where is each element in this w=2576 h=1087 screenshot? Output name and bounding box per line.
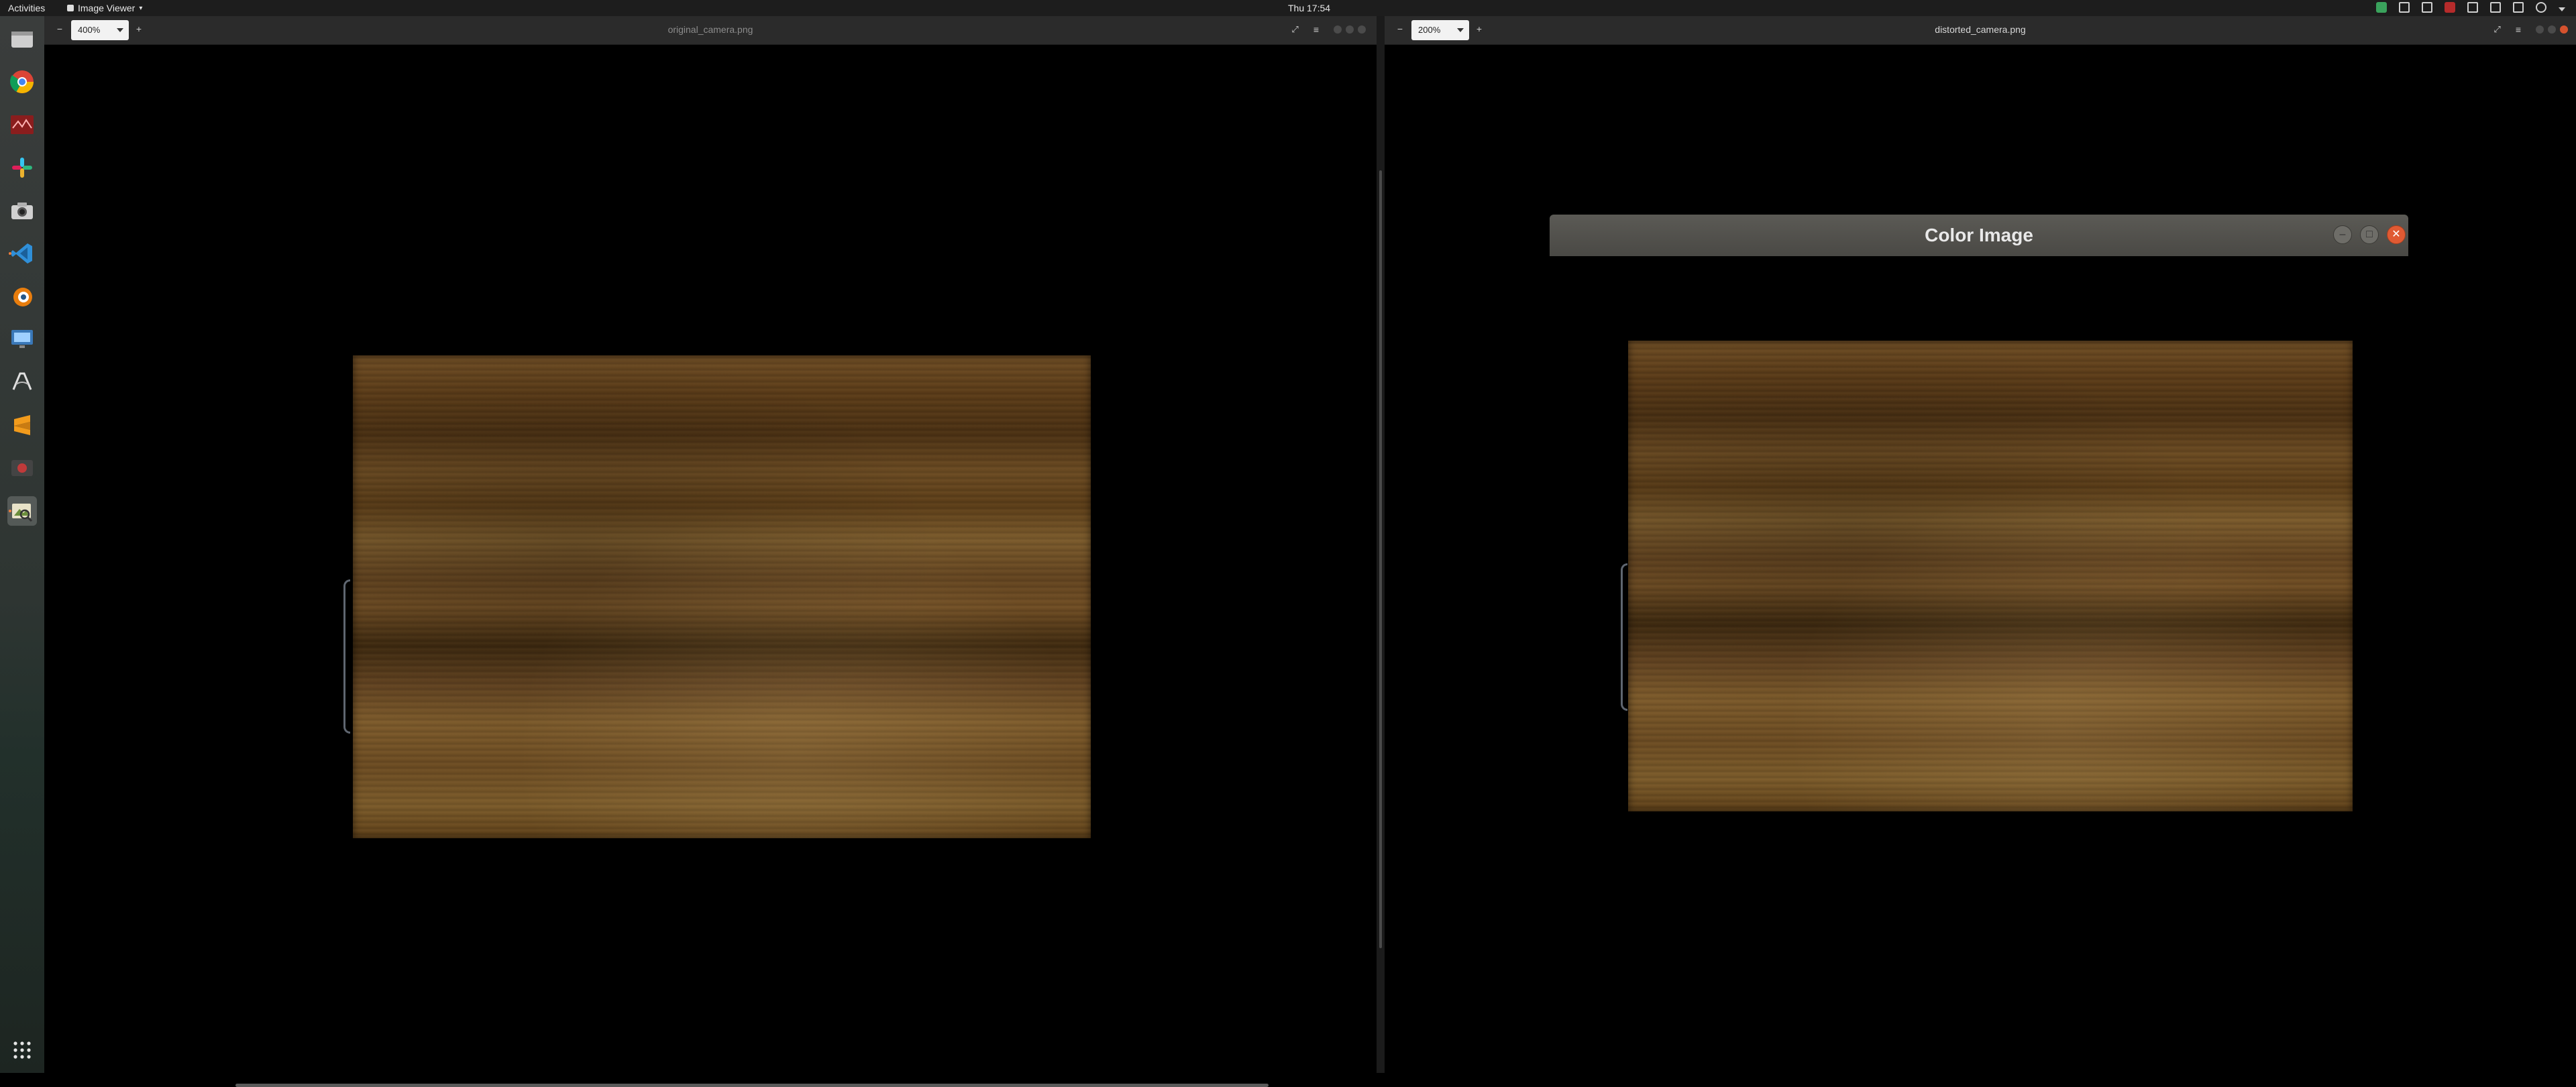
- vertical-scrollbar-thumb[interactable]: [1379, 170, 1382, 948]
- headerbar-tools: ⤢ ≡: [2493, 24, 2568, 35]
- fullscreen-icon[interactable]: ⤢: [1291, 24, 1298, 35]
- left-headerbar: − 400% + original_camera.png ⤢ ≡: [44, 16, 1377, 45]
- right-image-viewer-window: − 200% + distorted_camera.png ⤢ ≡: [1385, 16, 2576, 1073]
- dock-camera[interactable]: [7, 196, 37, 225]
- fullscreen-icon[interactable]: ⤢: [2493, 24, 2500, 35]
- window-indicator-icon[interactable]: [2399, 2, 2410, 13]
- app-menu-label: Image Viewer: [78, 3, 136, 13]
- power-icon[interactable]: [2536, 2, 2546, 13]
- image-viewer-app-icon: [67, 5, 74, 11]
- dock-monitor-app[interactable]: [7, 110, 37, 139]
- clipboard-indicator-icon[interactable]: [2467, 2, 2478, 13]
- color-image-title: Color Image: [1925, 225, 2033, 245]
- color-image-window-titlebar[interactable]: Color Image – □ ✕: [1550, 215, 2408, 256]
- headerbar-tools: ⤢ ≡: [1291, 24, 1366, 35]
- close-button[interactable]: [2560, 25, 2568, 34]
- maximize-button[interactable]: □: [2360, 225, 2379, 244]
- dock-slack[interactable]: [7, 153, 37, 182]
- slack-icon: [12, 158, 32, 178]
- app-menu[interactable]: Image Viewer ▾: [67, 3, 142, 13]
- activities-button[interactable]: Activities: [8, 3, 45, 13]
- dock-vscode[interactable]: [7, 239, 37, 268]
- system-menu-chevron-icon[interactable]: [2559, 7, 2565, 11]
- window-title: original_camera.png: [667, 24, 753, 35]
- show-applications-icon: [13, 1041, 31, 1059]
- wood-sheen: [1628, 341, 2353, 811]
- right-headerbar: − 200% + distorted_camera.png ⤢ ≡: [1385, 16, 2576, 45]
- dock-recorder[interactable]: [7, 453, 37, 483]
- close-button[interactable]: [1358, 25, 1366, 34]
- network-icon[interactable]: [2490, 2, 2501, 13]
- drawer-handle: [343, 579, 350, 734]
- running-indicator: [9, 510, 11, 512]
- distorted-camera-image: [1628, 341, 2353, 811]
- horizontal-scrollbar[interactable]: [235, 1084, 1269, 1087]
- dock-screen-app[interactable]: [7, 325, 37, 354]
- minimize-button[interactable]: –: [2333, 225, 2352, 244]
- dock-inkscape[interactable]: [7, 367, 37, 397]
- image-viewer-icon: [12, 504, 33, 522]
- clock[interactable]: Thu 17:54: [1288, 3, 1330, 13]
- drawer-handle: [1621, 563, 1627, 711]
- menu-icon[interactable]: ≡: [1313, 24, 1319, 35]
- minimize-button[interactable]: [2536, 25, 2544, 34]
- close-button[interactable]: ✕: [2387, 225, 2406, 244]
- app-indicator-icon[interactable]: [2376, 2, 2387, 13]
- blender-icon: [13, 288, 32, 306]
- system-tray: [2376, 2, 2565, 13]
- left-image-viewer-window: − 400% + original_camera.png ⤢ ≡: [44, 16, 1377, 1087]
- window-title: distorted_camera.png: [1935, 24, 2026, 35]
- chrome-icon: [10, 70, 34, 93]
- top-bar: Activities Image Viewer ▾ Thu 17:54: [0, 0, 2576, 16]
- recorder-icon: [11, 460, 33, 476]
- original-camera-image: [353, 355, 1091, 838]
- dock-files[interactable]: [7, 24, 37, 54]
- dock-blender[interactable]: [7, 282, 37, 311]
- screen-app-icon: [11, 330, 33, 348]
- minimize-button[interactable]: [1334, 25, 1342, 34]
- monitor-app-icon: [11, 115, 34, 134]
- wood-sheen: [353, 355, 1091, 838]
- window-separator: [1377, 16, 1385, 1073]
- maximize-button[interactable]: [2548, 25, 2556, 34]
- files-icon: [11, 32, 33, 48]
- dock-image-viewer[interactable]: [7, 496, 37, 526]
- menu-icon[interactable]: ≡: [2516, 24, 2521, 35]
- vscode-icon: [11, 243, 32, 264]
- chevron-down-icon: ▾: [139, 4, 143, 12]
- dock: [0, 16, 44, 1073]
- sublime-icon: [14, 415, 30, 435]
- maximize-button[interactable]: [1346, 25, 1354, 34]
- show-applications-button[interactable]: [7, 1035, 37, 1065]
- volume-icon[interactable]: [2513, 2, 2524, 13]
- dock-sublime[interactable]: [7, 410, 37, 440]
- record-indicator-icon[interactable]: [2445, 2, 2455, 13]
- running-indicator: [9, 252, 11, 255]
- inkscape-icon: [12, 372, 32, 390]
- camera-icon: [11, 203, 33, 219]
- keyboard-indicator-icon[interactable]: [2422, 2, 2432, 13]
- dock-chrome[interactable]: [7, 67, 37, 97]
